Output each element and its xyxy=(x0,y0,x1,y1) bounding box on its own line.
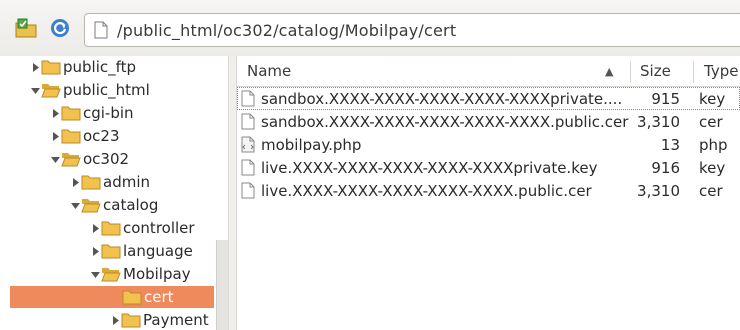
expander-open-icon[interactable] xyxy=(90,269,100,279)
folder-icon xyxy=(41,82,61,98)
location-bar[interactable]: /public_html/oc302/catalog/Mobilpay/cert xyxy=(84,13,740,47)
expander-closed-icon[interactable] xyxy=(50,131,60,141)
tree-item-language[interactable]: language xyxy=(90,240,193,262)
tree-item-label: Payment xyxy=(143,311,209,329)
file-size: 13 xyxy=(660,135,680,154)
folder-icon xyxy=(81,197,101,213)
file-row[interactable]: mobilpay.php 13 php xyxy=(237,133,740,156)
file-name: sandbox.XXXX-XXXX-XXXX-XXXX-XXXXprivate.… xyxy=(261,89,623,108)
location-path: /public_html/oc302/catalog/Mobilpay/cert xyxy=(117,20,457,40)
tree-item-catalog[interactable]: catalog xyxy=(70,194,158,216)
tree-item-label: cert xyxy=(144,288,174,306)
file-list-header: Name ▲ Size Type xyxy=(237,56,740,87)
file-name: live.XXXX-XXXX-XXXX-XXXX-XXXX.public.cer xyxy=(261,181,592,200)
tree-item-cgi-bin[interactable]: cgi-bin xyxy=(50,102,134,124)
expander-closed-icon[interactable] xyxy=(30,62,40,72)
tree-item-label: admin xyxy=(103,173,150,191)
column-size[interactable]: Size xyxy=(640,56,671,86)
folder-icon xyxy=(41,59,61,75)
file-row[interactable]: live.XXXX-XXXX-XXXX-XXXX-XXXX.public.cer… xyxy=(237,179,740,202)
column-separator xyxy=(630,61,631,83)
file-row[interactable]: sandbox.XXXX-XXXX-XXXX-XXXX-XXXXprivate.… xyxy=(237,87,740,110)
folder-icon xyxy=(101,266,121,282)
expander-closed-icon[interactable] xyxy=(90,246,100,256)
tree-item-label: controller xyxy=(123,219,195,237)
tree-item-label: public_html xyxy=(63,81,150,99)
file-type: php xyxy=(699,135,728,154)
folder-icon xyxy=(61,128,81,144)
file-list: Name ▲ Size Type sandbox.XXXX-XXXX-XXXX-… xyxy=(237,56,740,330)
toolbar: /public_html/oc302/catalog/Mobilpay/cert xyxy=(0,0,740,57)
expander-open-icon[interactable] xyxy=(70,200,80,210)
folder-icon xyxy=(61,151,81,167)
tree-item-public-html[interactable]: public_html xyxy=(30,79,150,101)
tree-item-label: Mobilpay xyxy=(123,265,191,283)
column-separator xyxy=(693,61,694,83)
tree-item-oc23[interactable]: oc23 xyxy=(50,125,120,147)
column-type[interactable]: Type xyxy=(704,56,738,86)
document-icon xyxy=(241,90,255,107)
tree-item-oc302[interactable]: oc302 xyxy=(50,148,129,170)
tree-item-label: catalog xyxy=(103,196,159,214)
new-folder-icon xyxy=(15,18,37,38)
tree-item-mobilpay[interactable]: Mobilpay xyxy=(90,263,191,285)
tree-item-cert[interactable]: cert xyxy=(10,286,214,308)
expander-open-icon[interactable] xyxy=(50,154,60,164)
refresh-icon xyxy=(51,19,69,37)
file-name: sandbox.XXXX-XXXX-XXXX-XXXX-XXXX.public.… xyxy=(261,112,629,131)
tree-item-label: oc23 xyxy=(83,127,120,145)
file-size: 3,310 xyxy=(637,181,680,200)
folder-icon xyxy=(61,105,81,121)
code-file-icon xyxy=(241,136,255,153)
document-icon xyxy=(93,21,109,39)
folder-icon xyxy=(121,312,141,328)
pane-splitter[interactable] xyxy=(228,56,237,330)
expander-closed-icon[interactable] xyxy=(90,223,100,233)
tree-item-label: oc302 xyxy=(83,150,130,168)
refresh-button[interactable] xyxy=(48,16,72,40)
file-type: cer xyxy=(699,181,723,200)
tree-item-label: language xyxy=(123,242,193,260)
folder-icon xyxy=(101,220,121,236)
file-row[interactable]: sandbox.XXXX-XXXX-XXXX-XXXX-XXXX.public.… xyxy=(237,110,740,133)
folder-icon xyxy=(81,174,101,190)
expander-closed-icon[interactable] xyxy=(50,108,60,118)
file-row[interactable]: live.XXXX-XXXX-XXXX-XXXX-XXXXprivate.key… xyxy=(237,156,740,179)
tree-item-controller[interactable]: controller xyxy=(90,217,195,239)
file-type: key xyxy=(699,158,726,177)
column-name[interactable]: Name xyxy=(247,56,291,86)
folder-icon xyxy=(101,243,121,259)
expander-open-icon[interactable] xyxy=(30,85,40,95)
file-size: 916 xyxy=(651,158,680,177)
document-icon xyxy=(241,159,255,176)
sort-ascending-icon: ▲ xyxy=(605,64,614,78)
file-name: mobilpay.php xyxy=(261,135,362,154)
tree-item-public-ftp[interactable]: public_ftp xyxy=(30,56,136,78)
file-type: key xyxy=(699,89,726,108)
tree-item-admin[interactable]: admin xyxy=(70,171,150,193)
tree-item-label: public_ftp xyxy=(63,58,137,76)
file-size: 915 xyxy=(651,89,680,108)
file-type: cer xyxy=(699,112,723,131)
expander-closed-icon[interactable] xyxy=(70,177,80,187)
tree-item-payment[interactable]: Payment xyxy=(110,309,209,330)
folder-tree: public_ftp public_html cgi-bin oc23 oc302 adm… xyxy=(0,56,228,330)
document-icon xyxy=(241,113,255,130)
expander-closed-icon[interactable] xyxy=(110,315,120,325)
tree-item-label: cgi-bin xyxy=(83,104,134,122)
document-icon xyxy=(241,182,255,199)
new-folder-button[interactable] xyxy=(14,16,38,40)
file-name: live.XXXX-XXXX-XXXX-XXXX-XXXXprivate.key xyxy=(261,158,598,177)
file-size: 3,310 xyxy=(637,112,680,131)
folder-icon xyxy=(122,289,142,305)
